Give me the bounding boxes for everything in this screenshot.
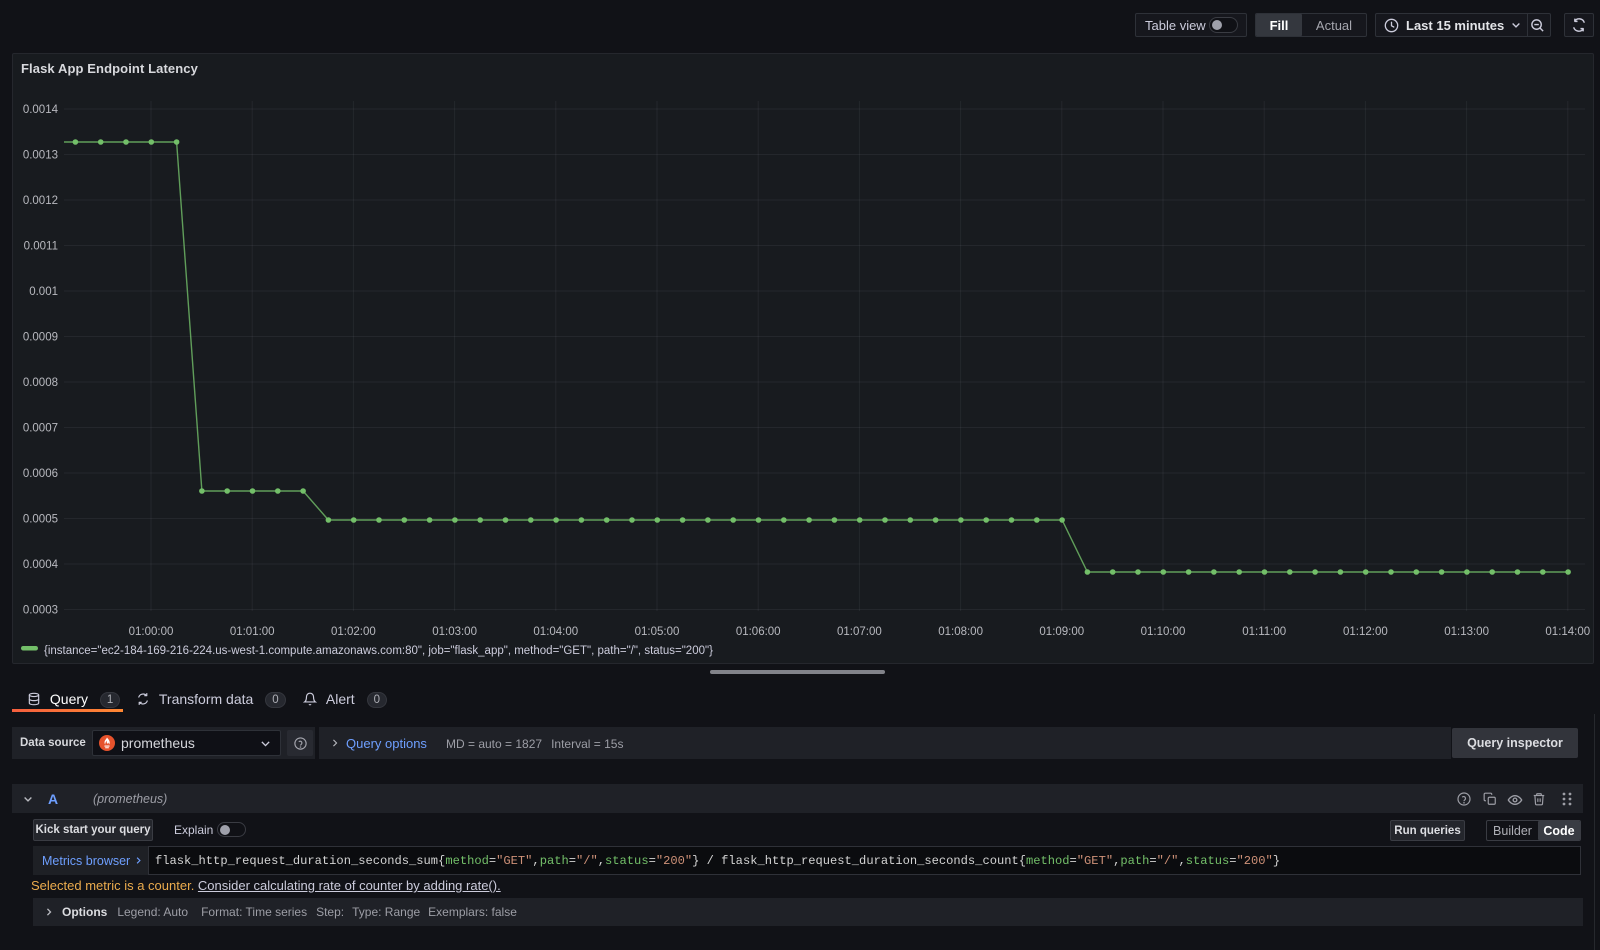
svg-text:{instance="ec2-184-169-216-224: {instance="ec2-184-169-216-224.us-west-1… (44, 645, 713, 657)
svg-text:01:14:00: 01:14:00 (1545, 626, 1590, 638)
svg-text:0.0005: 0.0005 (23, 514, 58, 526)
svg-text:01:08:00: 01:08:00 (938, 626, 983, 638)
svg-text:0.0008: 0.0008 (23, 377, 58, 389)
svg-text:0.0006: 0.0006 (23, 468, 58, 480)
svg-text:0.0014: 0.0014 (23, 104, 59, 116)
svg-text:0.0004: 0.0004 (23, 559, 59, 571)
svg-text:01:01:00: 01:01:00 (230, 626, 275, 638)
svg-text:0.0003: 0.0003 (23, 605, 58, 617)
svg-text:01:03:00: 01:03:00 (432, 626, 477, 638)
svg-text:0.001: 0.001 (29, 286, 58, 298)
svg-text:0.0013: 0.0013 (23, 150, 58, 162)
svg-text:01:05:00: 01:05:00 (635, 626, 680, 638)
svg-text:01:11:00: 01:11:00 (1242, 626, 1286, 638)
svg-text:01:02:00: 01:02:00 (331, 626, 376, 638)
svg-text:01:09:00: 01:09:00 (1039, 626, 1084, 638)
svg-text:01:06:00: 01:06:00 (736, 626, 781, 638)
svg-text:0.0009: 0.0009 (23, 332, 58, 344)
svg-text:01:07:00: 01:07:00 (837, 626, 882, 638)
svg-text:01:04:00: 01:04:00 (533, 626, 578, 638)
svg-text:0.0011: 0.0011 (24, 241, 58, 253)
svg-text:0.0012: 0.0012 (23, 195, 58, 207)
svg-text:01:13:00: 01:13:00 (1444, 626, 1489, 638)
svg-text:01:12:00: 01:12:00 (1343, 626, 1388, 638)
svg-text:0.0007: 0.0007 (23, 423, 58, 435)
svg-text:01:00:00: 01:00:00 (129, 626, 174, 638)
svg-text:01:10:00: 01:10:00 (1141, 626, 1186, 638)
